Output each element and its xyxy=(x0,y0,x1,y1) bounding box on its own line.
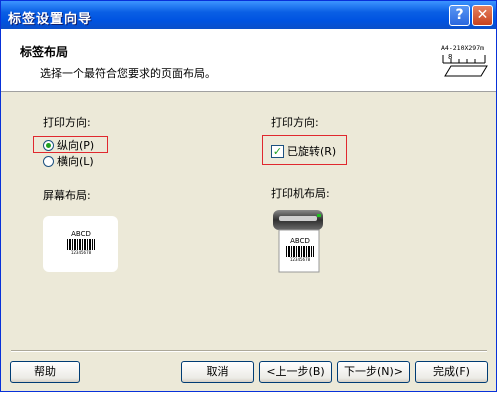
screen-preview-number: 12345678 xyxy=(70,250,92,255)
rotated-checkbox[interactable]: ✓ 已旋转(R) xyxy=(271,144,336,158)
close-icon[interactable]: ✕ xyxy=(472,5,493,26)
printer-preview-number: 12345678 xyxy=(289,257,311,262)
paper-size-icon: A4-210X297m 8 xyxy=(441,43,491,89)
portrait-radio[interactable]: 纵向(P) xyxy=(43,138,94,152)
cancel-button[interactable]: 取消 xyxy=(181,361,254,383)
window-title: 标签设置向导 xyxy=(8,12,93,27)
wizard-window: 标签设置向导 ? ✕ 标签布局 选择一个最符合您要求的页面布局。 A4-210X… xyxy=(0,0,497,392)
barcode-icon xyxy=(286,246,314,257)
wizard-header: 标签布局 选择一个最符合您要求的页面布局。 A4-210X297m 8 xyxy=(1,29,496,92)
svg-text:8: 8 xyxy=(448,53,452,61)
page-title: 标签布局 xyxy=(20,45,69,59)
printer-layout-preview: ABCD 12345678 xyxy=(271,206,331,274)
screen-layout-preview: ABCD 12345678 xyxy=(43,216,118,272)
page-subtitle: 选择一个最符合您要求的页面布局。 xyxy=(40,67,216,80)
footer-divider xyxy=(11,350,487,352)
printer-layout-label: 打印机布局: xyxy=(271,187,330,200)
help-icon[interactable]: ? xyxy=(449,5,470,26)
barcode-icon xyxy=(67,239,95,250)
checkbox-checked-icon[interactable]: ✓ xyxy=(271,144,284,158)
finish-button[interactable]: 完成(F) xyxy=(415,361,488,383)
paper-size-text: A4-210X297m xyxy=(441,44,484,52)
title-bar[interactable]: 标签设置向导 ? ✕ xyxy=(1,1,496,29)
printer-preview-text: ABCD xyxy=(290,237,310,245)
next-button[interactable]: 下一步(N)> xyxy=(337,361,410,383)
landscape-label: 横向(L) xyxy=(57,155,94,168)
radio-selected-icon[interactable] xyxy=(43,139,54,151)
landscape-radio[interactable]: 横向(L) xyxy=(43,154,94,168)
screen-preview-text: ABCD xyxy=(71,230,91,238)
radio-unselected-icon[interactable] xyxy=(43,155,54,167)
screen-layout-label: 屏幕布局: xyxy=(43,189,91,202)
orientation-label-right: 打印方向: xyxy=(271,116,319,129)
orientation-label-left: 打印方向: xyxy=(43,116,91,129)
rotated-label: 已旋转(R) xyxy=(287,145,337,158)
help-button[interactable]: 帮助 xyxy=(10,361,80,383)
portrait-label: 纵向(P) xyxy=(57,139,95,152)
back-button[interactable]: <上一步(B) xyxy=(259,361,332,383)
